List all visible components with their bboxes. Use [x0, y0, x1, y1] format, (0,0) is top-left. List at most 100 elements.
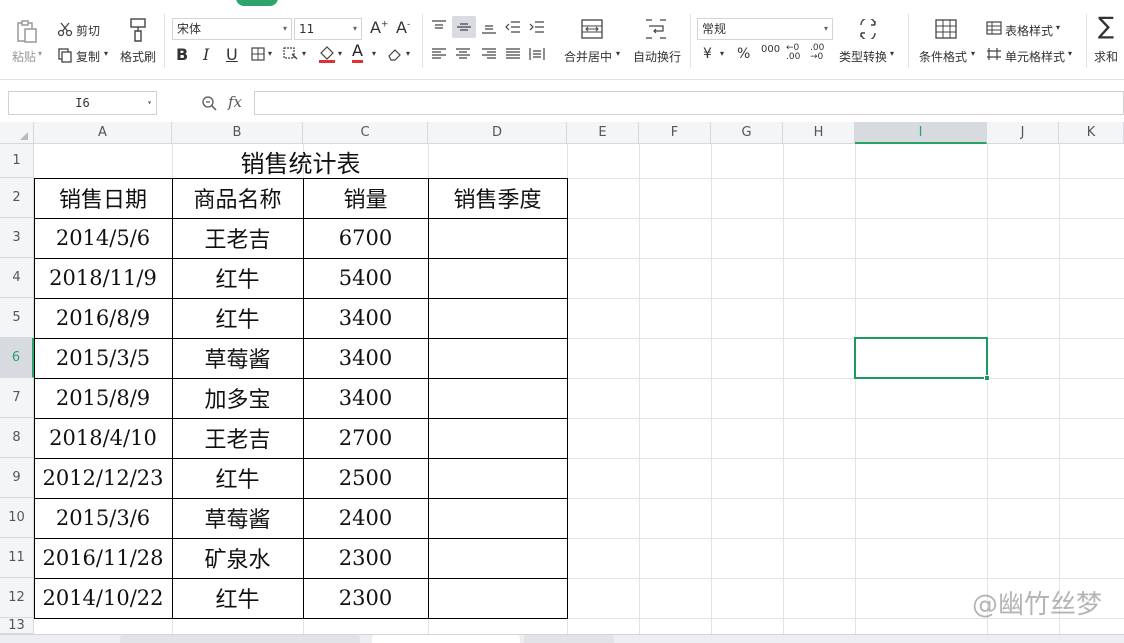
zoom-search-icon[interactable]	[200, 94, 218, 112]
font-size-select[interactable]: 11 ▾	[294, 18, 362, 40]
row-header[interactable]: 12	[0, 578, 34, 618]
column-header[interactable]: C	[303, 122, 428, 144]
data-cell[interactable]: 2014/5/6	[34, 218, 172, 258]
currency-dropdown-icon[interactable]: ▾	[720, 49, 724, 58]
row-header[interactable]: 13	[0, 618, 34, 634]
data-cell[interactable]	[428, 218, 567, 258]
data-cell[interactable]: 2400	[303, 498, 428, 538]
sheet-tab[interactable]	[120, 635, 360, 643]
border-icon[interactable]	[250, 46, 266, 62]
column-header[interactable]: B	[172, 122, 303, 144]
conditional-dropdown-icon[interactable]: ▾	[971, 49, 975, 58]
table-style-dropdown-icon[interactable]: ▾	[1056, 23, 1060, 32]
fill-color-icon[interactable]	[318, 44, 336, 64]
data-cell[interactable]: 2016/11/28	[34, 538, 172, 578]
data-cell[interactable]: 加多宝	[172, 378, 303, 418]
font-color-dropdown-icon[interactable]: ▾	[372, 49, 376, 58]
clear-dropdown-icon[interactable]: ▾	[406, 49, 410, 58]
cell-style-button[interactable]: 单元格样式	[1005, 48, 1065, 65]
currency-icon[interactable]: ¥	[703, 46, 712, 62]
fx-icon[interactable]: fx	[228, 93, 242, 111]
data-cell[interactable]: 2700	[303, 418, 428, 458]
cell-style-format-icon[interactable]	[282, 46, 300, 62]
select-all-corner[interactable]	[0, 122, 34, 144]
fill-dropdown-icon[interactable]: ▾	[338, 49, 342, 58]
paste-icon[interactable]	[14, 18, 40, 44]
font-color-icon[interactable]: A	[352, 42, 363, 63]
format-painter-button[interactable]: 格式刷	[120, 48, 156, 65]
column-header[interactable]: F	[639, 122, 711, 144]
column-header[interactable]: G	[711, 122, 783, 144]
indent-decrease-icon[interactable]	[504, 18, 522, 36]
data-cell[interactable]	[428, 338, 567, 378]
sheet-tab[interactable]	[524, 635, 614, 643]
increase-font-icon[interactable]: A+	[370, 18, 389, 37]
row-header[interactable]: 10	[0, 498, 34, 538]
align-bottom-icon[interactable]	[480, 18, 498, 36]
data-cell[interactable]: 红牛	[172, 578, 303, 618]
eraser-icon[interactable]	[386, 46, 404, 62]
data-cell[interactable]: 2015/3/5	[34, 338, 172, 378]
data-cell[interactable]: 2014/10/22	[34, 578, 172, 618]
data-cell[interactable]: 2016/8/9	[34, 298, 172, 338]
data-cell[interactable]: 王老吉	[172, 218, 303, 258]
paste-dropdown-icon[interactable]: ▾	[38, 49, 42, 58]
cut-button[interactable]: 剪切	[76, 22, 100, 39]
data-cell[interactable]: 草莓酱	[172, 338, 303, 378]
row-header[interactable]: 1	[0, 144, 34, 178]
data-cell[interactable]	[428, 458, 567, 498]
italic-icon[interactable]: I	[203, 45, 209, 64]
data-cell[interactable]: 红牛	[172, 258, 303, 298]
distributed-align-icon[interactable]	[528, 46, 546, 62]
row-header[interactable]: 3	[0, 218, 34, 258]
column-title-cell[interactable]: 商品名称	[172, 178, 303, 218]
cell-style-dropdown-icon[interactable]: ▾	[1068, 49, 1072, 58]
data-cell[interactable]: 红牛	[172, 458, 303, 498]
sheet-tab-active[interactable]	[372, 635, 520, 643]
data-cell[interactable]: 王老吉	[172, 418, 303, 458]
row-header[interactable]: 11	[0, 538, 34, 578]
decrease-font-icon[interactable]: A-	[396, 18, 410, 37]
data-cell[interactable]: 草莓酱	[172, 498, 303, 538]
align-middle-icon[interactable]	[452, 16, 476, 38]
formula-input[interactable]	[254, 91, 1124, 115]
data-cell[interactable]: 2015/3/6	[34, 498, 172, 538]
column-header[interactable]: A	[34, 122, 172, 144]
data-cell[interactable]	[428, 578, 567, 618]
column-header[interactable]: E	[567, 122, 639, 144]
data-cell[interactable]: 3400	[303, 378, 428, 418]
column-title-cell[interactable]: 销售季度	[428, 178, 567, 218]
column-header[interactable]: K	[1059, 122, 1124, 144]
number-format-select[interactable]: 常规 ▾	[697, 18, 833, 40]
data-cell[interactable]	[428, 538, 567, 578]
row-header[interactable]: 2	[0, 178, 34, 218]
data-cell[interactable]: 红牛	[172, 298, 303, 338]
fill-handle[interactable]	[984, 375, 990, 381]
align-center-icon[interactable]	[454, 46, 472, 62]
data-cell[interactable]	[428, 258, 567, 298]
row-header[interactable]: 5	[0, 298, 34, 338]
table-style-button[interactable]: 表格样式	[1005, 22, 1053, 39]
align-left-icon[interactable]	[430, 46, 448, 62]
tab-home[interactable]	[236, 0, 278, 6]
data-cell[interactable]: 2300	[303, 578, 428, 618]
data-cell[interactable]: 3400	[303, 298, 428, 338]
data-cell[interactable]: 2500	[303, 458, 428, 498]
justify-icon[interactable]	[504, 46, 522, 62]
row-header[interactable]: 7	[0, 378, 34, 418]
data-cell[interactable]	[428, 418, 567, 458]
data-cell[interactable]	[428, 378, 567, 418]
data-cell[interactable]: 5400	[303, 258, 428, 298]
column-header[interactable]: I	[855, 122, 987, 144]
data-cell[interactable]	[428, 498, 567, 538]
increase-decimal-icon[interactable]: ←0.00	[786, 44, 800, 62]
paste-button[interactable]: 粘贴	[12, 48, 36, 65]
align-top-icon[interactable]	[430, 18, 448, 36]
font-name-select[interactable]: 宋体 ▾	[172, 18, 292, 40]
data-cell[interactable]: 2300	[303, 538, 428, 578]
column-title-cell[interactable]: 销售日期	[34, 178, 172, 218]
sum-button[interactable]: 求和	[1094, 48, 1118, 65]
type-convert-dropdown-icon[interactable]: ▾	[890, 49, 894, 58]
wrap-text-button[interactable]: 自动换行	[633, 48, 681, 65]
decrease-decimal-icon[interactable]: .00 →0	[810, 44, 824, 62]
